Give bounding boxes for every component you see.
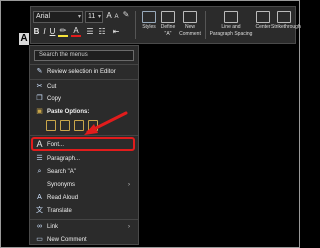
menu-item-label: Cut — [47, 84, 57, 90]
menu-item-cut[interactable]: ✂ Cut — [30, 81, 138, 93]
font-size-value: 11 — [88, 13, 96, 20]
define-icon — [161, 11, 175, 23]
paste-icon: ▣ — [36, 108, 43, 115]
menu-item-copy[interactable]: ❐ Copy — [30, 93, 138, 105]
menu-item-translate[interactable]: 文 Translate — [30, 205, 138, 217]
menu-item-label: Font... — [47, 142, 65, 148]
menu-item-label: Link — [47, 224, 59, 230]
italic-button[interactable]: I — [41, 27, 48, 37]
menu-search-input[interactable]: Search the menus — [34, 50, 134, 61]
toolbar-divider — [135, 11, 136, 39]
styles-button[interactable]: Styles — [139, 11, 159, 30]
menu-divider — [30, 64, 138, 65]
menu-item-paste-options: ▣ Paste Options: — [30, 106, 138, 118]
font-size-select[interactable]: 11 ▾ — [85, 11, 103, 23]
chevron-right-icon: › — [128, 182, 130, 188]
context-menu: Search the menus ✎ Review selection in E… — [29, 45, 139, 245]
menu-item-font[interactable]: A Font... — [30, 139, 138, 151]
menu-item-label: Translate — [47, 208, 72, 214]
line-spacing-label-2: Paragraph Spacing — [209, 31, 253, 37]
line-spacing-icon — [224, 11, 238, 23]
font-name-select[interactable]: Arial ▾ — [33, 11, 83, 23]
menu-item-synonyms[interactable]: Synonyms › — [30, 179, 138, 191]
new-comment-label-2: Comment — [179, 31, 201, 37]
menu-divider — [30, 219, 138, 220]
center-align-icon — [256, 11, 270, 23]
underline-button[interactable]: U — [49, 27, 56, 37]
menu-item-review-editor[interactable]: ✎ Review selection in Editor — [30, 66, 138, 78]
menu-item-label: Paste Options: — [47, 109, 90, 115]
menu-item-new-comment[interactable]: ▭ New Comment — [30, 234, 138, 246]
menu-item-search[interactable]: ⌕ Search "A" — [30, 166, 138, 178]
read-aloud-icon: A — [37, 194, 42, 201]
new-comment-button[interactable]: New Comment — [178, 11, 202, 37]
new-comment-label-1: New — [184, 24, 195, 30]
define-label: Define — [160, 24, 176, 30]
paste-text-only-icon[interactable] — [88, 120, 98, 131]
strikethrough-icon — [277, 11, 291, 23]
paste-picture-icon[interactable] — [74, 120, 84, 131]
new-comment-icon — [183, 11, 197, 23]
grow-font-icon[interactable]: A — [105, 11, 113, 21]
numbering-icon[interactable]: ☷ — [97, 27, 107, 37]
define-quote: "A" — [164, 31, 172, 37]
menu-item-paragraph[interactable]: ☰ Paragraph... — [30, 153, 138, 165]
line-spacing-button[interactable]: Line and Paragraph Spacing — [209, 11, 253, 37]
menu-item-label: New Comment — [47, 237, 87, 243]
mini-toolbar: Arial ▾ 11 ▾ A A ✎ B I U ✏ A ☰ ☷ ⇤ Style… — [30, 6, 301, 44]
font-name-value: Arial — [36, 13, 51, 20]
toolbar-divider — [205, 11, 206, 39]
menu-item-read-aloud[interactable]: A Read Aloud — [30, 192, 138, 204]
strikethrough-button[interactable]: Strikethrough — [271, 11, 301, 30]
center-label: Center — [255, 24, 271, 30]
translate-icon: 文 — [36, 207, 43, 214]
chevron-down-icon: ▾ — [77, 14, 81, 20]
link-icon: ∞ — [37, 223, 42, 230]
menu-item-label: Copy — [47, 96, 62, 102]
menu-item-link[interactable]: ∞ Link › — [30, 221, 138, 233]
menu-item-label: Search "A" — [47, 169, 76, 175]
styles-icon — [142, 11, 156, 23]
comment-icon: ▭ — [36, 236, 43, 243]
decrease-indent-icon[interactable]: ⇤ — [111, 27, 121, 37]
bold-button[interactable]: B — [33, 27, 40, 37]
menu-item-label: Synonyms — [47, 182, 76, 188]
format-painter-icon[interactable]: ✎ — [121, 10, 131, 20]
font-color-icon[interactable]: A — [71, 27, 81, 37]
define-button[interactable]: Define "A" — [159, 11, 177, 37]
chevron-down-icon: ▾ — [97, 14, 101, 20]
menu-item-label: Paragraph... — [47, 156, 81, 162]
menu-divider — [30, 79, 138, 80]
menu-item-label: Review selection in Editor — [47, 69, 116, 75]
editor-icon: ✎ — [36, 68, 43, 75]
line-spacing-label-1: Line and — [221, 24, 241, 30]
search-icon: ⌕ — [37, 168, 42, 175]
paragraph-icon: ☰ — [36, 155, 43, 162]
font-icon: A — [36, 139, 43, 149]
center-button[interactable]: Center — [255, 11, 271, 30]
highlight-color-icon[interactable]: ✏ — [58, 27, 68, 37]
selected-text[interactable]: A — [19, 33, 29, 45]
paste-merge-formatting-icon[interactable] — [60, 120, 70, 131]
menu-item-label: Read Aloud — [47, 195, 79, 201]
copy-icon: ❐ — [36, 95, 43, 102]
chevron-right-icon: › — [128, 224, 130, 230]
scissors-icon: ✂ — [36, 83, 43, 90]
strikethrough-label: Strikethrough — [271, 24, 301, 30]
shrink-font-icon[interactable]: A — [113, 12, 120, 22]
menu-divider — [30, 135, 138, 136]
styles-label: Styles — [142, 24, 156, 30]
bullets-icon[interactable]: ☰ — [85, 27, 95, 37]
paste-keep-formatting-icon[interactable] — [46, 120, 56, 131]
